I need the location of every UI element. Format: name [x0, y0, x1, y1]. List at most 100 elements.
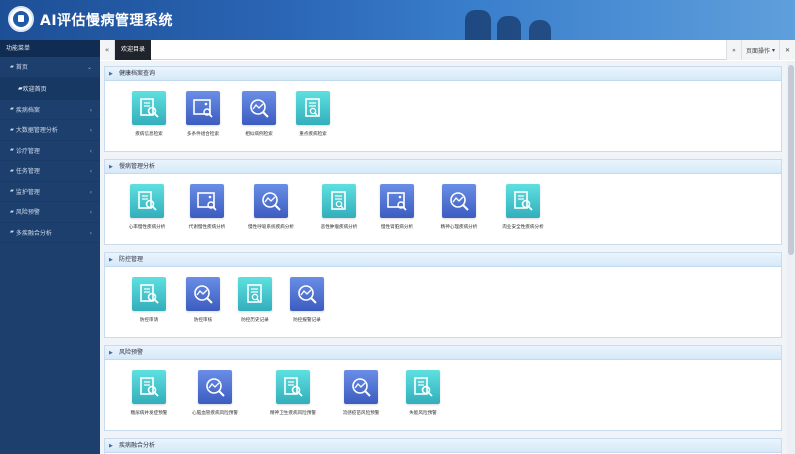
document-search-icon[interactable] [506, 184, 540, 218]
sidebar-item-diagnosis[interactable]: ▰ 诊疗管理 ‹ [0, 141, 100, 161]
document-search-icon[interactable] [132, 277, 166, 311]
sidebar-item-bigdata[interactable]: ▰ 大数据管理分析 ‹ [0, 120, 100, 141]
module-tile[interactable]: 糖尿病并发症预警 [119, 370, 179, 416]
module-tile[interactable]: 心率慢性疾病分析 [117, 184, 177, 230]
sidebar-item-label: 疾病档案 [15, 106, 40, 114]
chart-search-icon[interactable] [198, 370, 232, 404]
content-scrollbar[interactable] [787, 61, 795, 454]
panel: 疾病融合分析 [104, 438, 782, 454]
sidebar-item-label: 首页 [15, 64, 28, 72]
sidebar-item-tasks[interactable]: ▰ 任务管理 ‹ [0, 161, 100, 182]
module-tile[interactable]: 防控审请 [119, 277, 179, 323]
module-label[interactable]: 防控报警记录 [277, 317, 337, 323]
module-label[interactable]: 恶性肿瘤疾病分析 [309, 224, 369, 230]
module-label[interactable]: 重点疾病检索 [283, 131, 343, 137]
panel-title: 防控管理 [105, 253, 781, 267]
chart-search-icon[interactable] [242, 91, 276, 125]
module-tile[interactable]: 相似病例检索 [229, 91, 289, 137]
list-search-icon[interactable] [322, 184, 356, 218]
list-search-icon[interactable] [296, 91, 330, 125]
scroll-tabs-right-button[interactable]: » [726, 40, 741, 60]
chevron-left-icon: ‹ [89, 209, 92, 216]
sidebar-item-disease-records[interactable]: ▰ 疾病档案 ‹ [0, 100, 100, 120]
module-label[interactable]: 精神心理疾病分析 [429, 224, 489, 230]
module-tile[interactable]: 防控报警记录 [277, 277, 337, 323]
module-tile[interactable]: 防控历史记录 [225, 277, 285, 323]
module-label[interactable]: 流感疫苗风险预警 [331, 410, 391, 416]
document-search-icon[interactable] [130, 184, 164, 218]
close-icon: ✕ [784, 46, 791, 54]
module-label[interactable]: 心率慢性疾病分析 [117, 224, 177, 230]
module-label[interactable]: 代谢慢性疾病分析 [177, 224, 237, 230]
sidebar-item-label: 多疾融合分析 [15, 229, 52, 237]
tab-bar: « 欢迎目录 » 页面操作 ▾ ✕ [100, 40, 795, 60]
tab-welcome[interactable]: 欢迎目录 [115, 40, 152, 60]
module-tile[interactable]: 代谢慢性疾病分析 [177, 184, 237, 230]
document-search-icon[interactable] [276, 370, 310, 404]
module-tile[interactable]: 精神心理疾病分析 [429, 184, 489, 230]
module-tile[interactable]: 精神卫生疾病风险预警 [263, 370, 323, 416]
banner-figures [455, 2, 565, 40]
sidebar-subitem-welcome[interactable]: ▰ 欢迎首页 [0, 77, 100, 100]
module-tile[interactable]: 肉业安全性疾病分析 [493, 184, 553, 230]
close-tab-button[interactable]: ✕ [779, 40, 795, 60]
document-search-icon[interactable] [132, 370, 166, 404]
module-label[interactable]: 肉业安全性疾病分析 [493, 224, 553, 230]
module-label[interactable]: 相似病例检索 [229, 131, 289, 137]
module-label[interactable]: 失能风险预警 [393, 410, 453, 416]
page-ops-label: 页面操作 [746, 47, 771, 55]
document-search-icon[interactable] [406, 370, 440, 404]
double-chevron-right-icon: » [732, 46, 736, 54]
image-search-icon[interactable] [190, 184, 224, 218]
sidebar-item-fusion[interactable]: ▰ 多疾融合分析 ‹ [0, 223, 100, 243]
image-search-icon[interactable] [186, 91, 220, 125]
module-label[interactable]: 精神卫生疾病风险预警 [263, 410, 323, 416]
app-title: AI评估慢病管理系统 [40, 13, 174, 29]
module-label[interactable]: 防控审核 [173, 317, 233, 323]
module-tile[interactable]: 多条件组合检索 [173, 91, 233, 137]
chart-search-icon[interactable] [290, 277, 324, 311]
list-search-icon[interactable] [238, 277, 272, 311]
chevron-left-icon: ‹ [89, 229, 92, 237]
image-search-icon[interactable] [380, 184, 414, 218]
warning-icon: ▰ [10, 208, 14, 215]
module-tile[interactable]: 心脑血管疾病风险预警 [185, 370, 245, 416]
scroll-tabs-left-button[interactable]: « [100, 40, 115, 60]
task-icon: ▰ [10, 167, 14, 174]
main-content: 健康档案查询疾病信息检索多条件组合检索相似病例检索重点疾病检索慢病管理分析心率慢… [100, 61, 795, 454]
sidebar-item-home[interactable]: ▰ 首页 ⌄ [0, 57, 100, 78]
chart-search-icon[interactable] [186, 277, 220, 311]
module-label[interactable]: 慢性肾脏病分析 [367, 224, 427, 230]
chart-search-icon[interactable] [254, 184, 288, 218]
sidebar-item-label: 大数据管理分析 [15, 127, 58, 135]
module-label[interactable]: 多条件组合检索 [173, 131, 233, 137]
sidebar-item-risk-alert[interactable]: ▰ 风险预警 ‹ [0, 202, 100, 223]
app-header: AI评估慢病管理系统 [0, 0, 795, 40]
module-tile[interactable]: 重点疾病检索 [283, 91, 343, 137]
sidebar-item-monitoring[interactable]: ▰ 监护管理 ‹ [0, 182, 100, 202]
chevron-left-icon: ‹ [89, 106, 92, 114]
module-tile[interactable]: 慢性肾脏病分析 [367, 184, 427, 230]
module-label[interactable]: 疾病信息检索 [119, 131, 179, 137]
panel: 慢病管理分析心率慢性疾病分析代谢慢性疾病分析慢性呼吸系统疾病分析 恶性肿瘤疾病分析… [104, 159, 782, 245]
module-label[interactable]: 慢性呼吸系统疾病分析 [241, 224, 301, 230]
module-label[interactable]: 防控审请 [119, 317, 179, 323]
chart-search-icon[interactable] [344, 370, 378, 404]
module-tile[interactable]: 慢性呼吸系统疾病分析 [241, 184, 301, 230]
document-search-icon[interactable] [132, 91, 166, 125]
module-tile[interactable]: 流感疫苗风险预警 [331, 370, 391, 416]
page-ops-dropdown[interactable]: 页面操作 ▾ [741, 40, 779, 60]
sidebar-item-label: 风险预警 [15, 209, 40, 217]
module-tile[interactable]: 疾病信息检索 [119, 91, 179, 137]
module-label[interactable]: 糖尿病并发症预警 [119, 410, 179, 416]
module-tile[interactable]: 恶性肿瘤疾病分析 [309, 184, 369, 230]
home-icon: ▰ [10, 63, 14, 70]
module-label[interactable]: 防控历史记录 [225, 317, 285, 323]
chart-search-icon[interactable] [442, 184, 476, 218]
module-tile[interactable]: 防控审核 [173, 277, 233, 323]
caret-down-icon: ▾ [770, 46, 775, 54]
panel-title: 风险预警 [105, 346, 781, 360]
module-tile[interactable]: 失能风险预警 [393, 370, 453, 416]
scrollbar-thumb[interactable] [788, 65, 794, 255]
module-label[interactable]: 心脑血管疾病风险预警 [185, 410, 245, 416]
